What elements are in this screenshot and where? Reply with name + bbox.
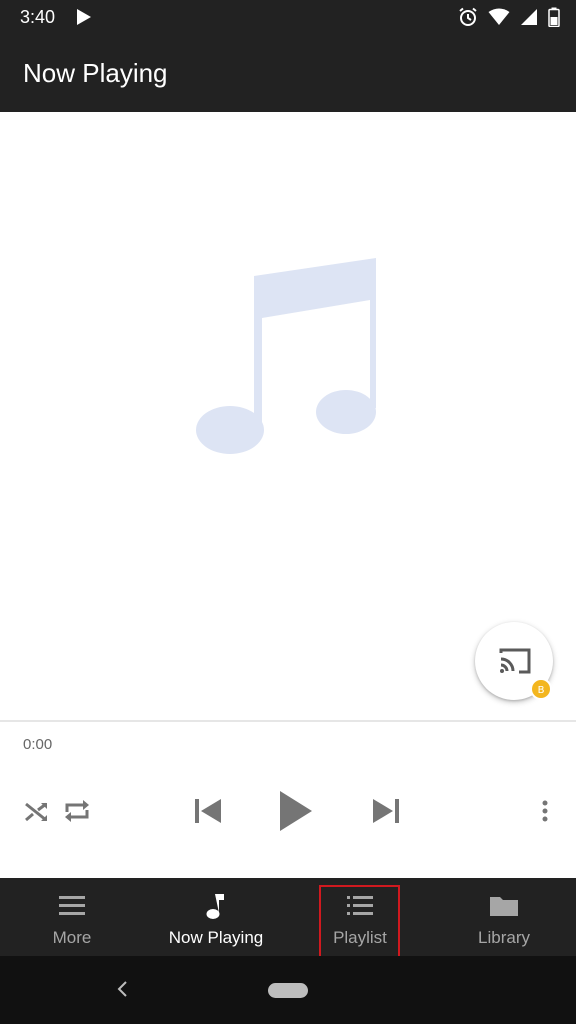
playlist-highlight-box bbox=[319, 885, 400, 960]
bottom-nav: More Now Playing Playlist Library bbox=[0, 878, 576, 956]
shuffle-button[interactable] bbox=[24, 800, 50, 829]
overflow-menu-button[interactable] bbox=[540, 800, 550, 827]
battery-icon bbox=[548, 7, 560, 32]
nav-item-more[interactable]: More bbox=[0, 878, 144, 956]
nav-item-now-playing[interactable]: Now Playing bbox=[144, 878, 288, 956]
cast-icon bbox=[499, 647, 531, 680]
progress-divider bbox=[0, 720, 576, 722]
wifi-icon bbox=[488, 8, 510, 31]
nav-item-library[interactable]: Library bbox=[432, 878, 576, 956]
music-note-icon bbox=[144, 894, 288, 920]
cast-button[interactable]: B bbox=[475, 622, 553, 700]
album-art-area: B bbox=[0, 112, 576, 720]
status-time: 3:40 bbox=[20, 7, 56, 27]
previous-button[interactable] bbox=[194, 797, 222, 830]
play-status-icon bbox=[76, 8, 92, 31]
cast-badge-icon: B bbox=[530, 678, 552, 700]
next-button[interactable] bbox=[372, 797, 400, 830]
folder-icon bbox=[432, 894, 576, 918]
app-bar: Now Playing bbox=[0, 36, 576, 112]
menu-icon bbox=[0, 894, 144, 916]
alarm-icon bbox=[458, 7, 478, 32]
nav-label-now-playing: Now Playing bbox=[168, 928, 264, 947]
page-title: Now Playing bbox=[23, 58, 168, 88]
back-button[interactable] bbox=[115, 978, 129, 1005]
play-button[interactable] bbox=[279, 790, 313, 837]
repeat-button[interactable] bbox=[63, 798, 91, 829]
status-bar: 3:40 bbox=[0, 0, 576, 36]
svg-text:B: B bbox=[538, 685, 545, 696]
screen: 3:40 Now Playing B 0:00 More Now Playing… bbox=[0, 0, 576, 1024]
elapsed-time: 0:00 bbox=[23, 736, 53, 753]
signal-icon bbox=[520, 8, 538, 31]
system-nav-bar bbox=[0, 956, 576, 1024]
nav-label-more: More bbox=[52, 928, 92, 947]
status-icons bbox=[458, 7, 560, 32]
music-note-icon bbox=[196, 258, 380, 463]
nav-label-library: Library bbox=[478, 928, 530, 947]
home-button[interactable] bbox=[268, 983, 308, 998]
